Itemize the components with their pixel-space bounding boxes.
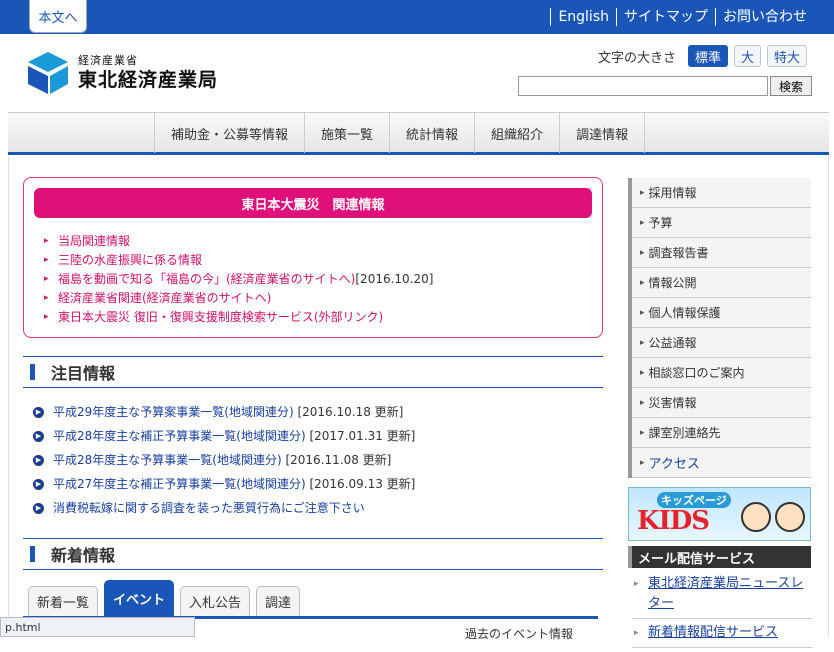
notice-list: ▶ 平成29年度主な予算案事業一覧(地域関連分) [2016.10.18 更新] …: [33, 400, 415, 520]
bullet-arrow-icon: ▶: [33, 406, 44, 418]
font-size-normal-button[interactable]: 標準: [688, 45, 729, 67]
logo-title: 東北経済産業局: [78, 69, 219, 91]
mail-service-link[interactable]: 東北経済産業局ニュースレター: [632, 574, 812, 619]
disaster-link[interactable]: 経済産業省関連(経済産業省のサイトへ): [44, 289, 433, 308]
sidebar-item-whistleblowing[interactable]: 公益通報: [632, 328, 811, 358]
font-size-switcher: 文字の大きさ 標準 大 特大: [598, 45, 808, 67]
font-size-large-button[interactable]: 大: [734, 45, 762, 67]
notice-item[interactable]: ▶ 平成28年度主な補正予算事業一覧(地域関連分) [2017.01.31 更新]: [33, 424, 415, 448]
sidebar-item-privacy[interactable]: 個人情報保護: [632, 298, 811, 328]
sidebar-item-access[interactable]: アクセス: [632, 448, 811, 478]
sidebar-item-budget[interactable]: 予算: [632, 208, 811, 238]
child-face-icon: [775, 502, 805, 532]
notice-item[interactable]: ▶ 消費税転嫁に関する調査を装った悪質行為にご注意下さい: [33, 496, 415, 520]
site-logo[interactable]: 経済産業省 東北経済産業局: [26, 50, 218, 96]
sidebar-item-consultation[interactable]: 相談窓口のご案内: [632, 358, 811, 388]
news-heading: 新着情報: [23, 538, 603, 570]
global-nav: 補助金・公募等情報 施策一覧 統計情報 組織紹介 調達情報: [8, 112, 829, 155]
disaster-title: 東日本大震災 関連情報: [34, 188, 592, 218]
english-link[interactable]: English: [550, 8, 616, 26]
disaster-info-box: 東日本大震災 関連情報 当局関連情報 三陸の水産振興に係る情報 福島を動画で知る…: [23, 177, 603, 338]
news-tabs: 新着一覧 イベント 入札公告 調達: [28, 580, 301, 616]
logo-subtitle: 経済産業省: [78, 54, 138, 67]
disaster-link[interactable]: 当局関連情報: [44, 232, 433, 251]
tab-bids[interactable]: 入札公告: [180, 586, 251, 616]
bullet-arrow-icon: ▶: [33, 502, 44, 514]
top-bar: 本文へ English サイトマップ お問い合わせ: [0, 0, 834, 34]
font-size-label: 文字の大きさ: [598, 50, 677, 66]
sidebar-item-recruitment[interactable]: 採用情報: [632, 178, 811, 208]
mail-service-heading: メール配信サービス: [628, 546, 811, 568]
nav-organization[interactable]: 組織紹介: [474, 113, 559, 153]
notice-item[interactable]: ▶ 平成29年度主な予算案事業一覧(地域関連分) [2016.10.18 更新]: [33, 400, 415, 424]
logo-mark-icon: [28, 52, 68, 94]
notice-item[interactable]: ▶ 平成28年度主な予算事業一覧(地域関連分) [2016.11.08 更新]: [33, 448, 415, 472]
notice-date: [2017.01.31 更新]: [309, 429, 416, 443]
font-size-xlarge-button[interactable]: 特大: [767, 45, 808, 67]
tab-procurement[interactable]: 調達: [256, 586, 301, 616]
child-face-icon: [741, 502, 771, 532]
search-button[interactable]: 検索: [770, 76, 812, 96]
bullet-arrow-icon: ▶: [33, 454, 44, 466]
top-links: English サイトマップ お問い合わせ: [550, 8, 814, 26]
nav-statistics[interactable]: 統計情報: [389, 113, 474, 153]
disaster-link[interactable]: 三陸の水産振興に係る情報: [44, 251, 433, 270]
search-input[interactable]: [518, 76, 768, 96]
notice-date: [2016.11.08 更新]: [285, 453, 392, 467]
disaster-date: [2016.10.20]: [355, 272, 434, 286]
site-search: 検索: [518, 76, 812, 96]
bullet-arrow-icon: ▶: [33, 478, 44, 490]
notice-heading: 注目情報: [23, 356, 603, 388]
sidebar-item-contacts[interactable]: 課室別連絡先: [632, 418, 811, 448]
kids-banner-logo: KIDS: [637, 506, 710, 536]
notice-title: 注目情報: [51, 364, 116, 383]
disaster-link[interactable]: 東日本大震災 復旧・復興支援制度検索サービス(外部リンク): [44, 308, 433, 327]
disaster-list: 当局関連情報 三陸の水産振興に係る情報 福島を動画で知る「福島の今」(経済産業省…: [44, 232, 433, 327]
contact-link[interactable]: お問い合わせ: [715, 8, 814, 26]
mail-service-list: 東北経済産業局ニュースレター 新着情報配信サービス: [632, 574, 812, 652]
past-events-link[interactable]: 過去のイベント情報: [465, 625, 573, 642]
nav-procurement[interactable]: 調達情報: [559, 113, 646, 153]
sitemap-link[interactable]: サイトマップ: [616, 8, 715, 26]
kids-page-banner[interactable]: キッズページ KIDS: [628, 487, 811, 541]
skip-to-content-link[interactable]: 本文へ: [29, 0, 87, 33]
sidebar-item-disaster[interactable]: 災害情報: [632, 388, 811, 418]
bullet-arrow-icon: ▶: [33, 430, 44, 442]
nav-subsidies[interactable]: 補助金・公募等情報: [154, 113, 304, 153]
sidebar-menu: 採用情報 予算 調査報告書 情報公開 個人情報保護 公益通報 相談窓口のご案内 …: [628, 178, 811, 478]
browser-status-bar: p.html: [0, 617, 195, 637]
sidebar-item-disclosure[interactable]: 情報公開: [632, 268, 811, 298]
nav-policies[interactable]: 施策一覧: [304, 113, 389, 153]
tab-events[interactable]: イベント: [104, 580, 175, 616]
notice-item[interactable]: ▶ 平成27年度主な補正予算事業一覧(地域関連分) [2016.09.13 更新]: [33, 472, 415, 496]
notice-date: [2016.09.13 更新]: [309, 477, 416, 491]
mail-service-link[interactable]: 新着情報配信サービス: [632, 623, 812, 648]
disaster-link[interactable]: 福島を動画で知る「福島の今」(経済産業省のサイトへ)[2016.10.20]: [44, 270, 433, 289]
notice-date: [2016.10.18 更新]: [297, 405, 404, 419]
news-title: 新着情報: [51, 546, 116, 565]
sidebar-item-reports[interactable]: 調査報告書: [632, 238, 811, 268]
tab-news-list[interactable]: 新着一覧: [28, 586, 99, 616]
